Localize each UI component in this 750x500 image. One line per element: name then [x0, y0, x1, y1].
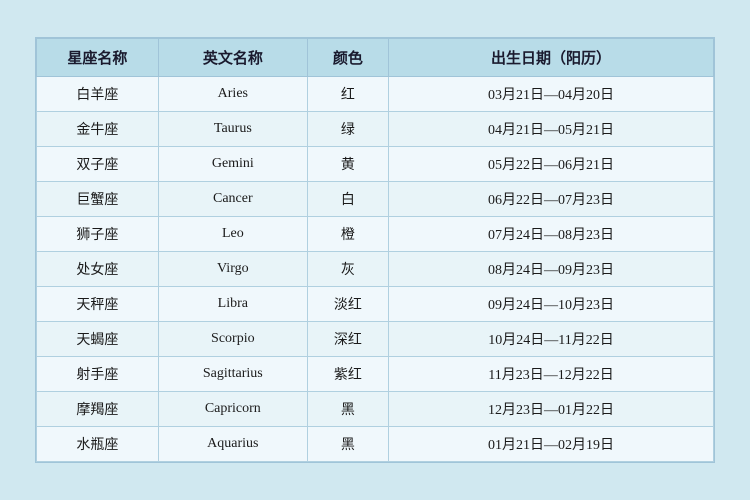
cell-color: 红 — [307, 77, 388, 112]
table-row: 狮子座Leo橙07月24日—08月23日 — [37, 217, 714, 252]
cell-zh-name: 双子座 — [37, 147, 159, 182]
cell-color: 黄 — [307, 147, 388, 182]
cell-zh-name: 摩羯座 — [37, 392, 159, 427]
cell-en-name: Aries — [158, 77, 307, 112]
cell-date: 09月24日—10月23日 — [389, 287, 714, 322]
cell-date: 06月22日—07月23日 — [389, 182, 714, 217]
cell-en-name: Libra — [158, 287, 307, 322]
table-row: 金牛座Taurus绿04月21日—05月21日 — [37, 112, 714, 147]
cell-date: 12月23日—01月22日 — [389, 392, 714, 427]
table-row: 巨蟹座Cancer白06月22日—07月23日 — [37, 182, 714, 217]
zodiac-table-container: 星座名称 英文名称 颜色 出生日期（阳历） 白羊座Aries红03月21日—04… — [35, 37, 715, 463]
cell-color: 灰 — [307, 252, 388, 287]
cell-color: 橙 — [307, 217, 388, 252]
table-row: 摩羯座Capricorn黑12月23日—01月22日 — [37, 392, 714, 427]
cell-date: 11月23日—12月22日 — [389, 357, 714, 392]
cell-zh-name: 水瓶座 — [37, 427, 159, 462]
cell-en-name: Cancer — [158, 182, 307, 217]
cell-date: 03月21日—04月20日 — [389, 77, 714, 112]
cell-en-name: Capricorn — [158, 392, 307, 427]
cell-zh-name: 巨蟹座 — [37, 182, 159, 217]
cell-date: 04月21日—05月21日 — [389, 112, 714, 147]
table-row: 天蝎座Scorpio深红10月24日—11月22日 — [37, 322, 714, 357]
cell-color: 黑 — [307, 427, 388, 462]
cell-en-name: Taurus — [158, 112, 307, 147]
cell-color: 绿 — [307, 112, 388, 147]
table-row: 天秤座Libra淡红09月24日—10月23日 — [37, 287, 714, 322]
cell-color: 白 — [307, 182, 388, 217]
cell-color: 深红 — [307, 322, 388, 357]
cell-color: 淡红 — [307, 287, 388, 322]
cell-date: 08月24日—09月23日 — [389, 252, 714, 287]
table-row: 处女座Virgo灰08月24日—09月23日 — [37, 252, 714, 287]
cell-en-name: Aquarius — [158, 427, 307, 462]
cell-en-name: Scorpio — [158, 322, 307, 357]
cell-en-name: Leo — [158, 217, 307, 252]
cell-color: 紫红 — [307, 357, 388, 392]
table-row: 射手座Sagittarius紫红11月23日—12月22日 — [37, 357, 714, 392]
cell-en-name: Gemini — [158, 147, 307, 182]
zodiac-table: 星座名称 英文名称 颜色 出生日期（阳历） 白羊座Aries红03月21日—04… — [36, 38, 714, 462]
cell-en-name: Sagittarius — [158, 357, 307, 392]
cell-color: 黑 — [307, 392, 388, 427]
cell-zh-name: 射手座 — [37, 357, 159, 392]
cell-date: 01月21日—02月19日 — [389, 427, 714, 462]
table-row: 双子座Gemini黄05月22日—06月21日 — [37, 147, 714, 182]
cell-date: 05月22日—06月21日 — [389, 147, 714, 182]
table-header-row: 星座名称 英文名称 颜色 出生日期（阳历） — [37, 39, 714, 77]
header-color: 颜色 — [307, 39, 388, 77]
table-body: 白羊座Aries红03月21日—04月20日金牛座Taurus绿04月21日—0… — [37, 77, 714, 462]
header-en-name: 英文名称 — [158, 39, 307, 77]
header-zh-name: 星座名称 — [37, 39, 159, 77]
cell-zh-name: 处女座 — [37, 252, 159, 287]
cell-en-name: Virgo — [158, 252, 307, 287]
cell-zh-name: 狮子座 — [37, 217, 159, 252]
header-date: 出生日期（阳历） — [389, 39, 714, 77]
cell-date: 10月24日—11月22日 — [389, 322, 714, 357]
cell-zh-name: 白羊座 — [37, 77, 159, 112]
cell-zh-name: 天蝎座 — [37, 322, 159, 357]
cell-zh-name: 金牛座 — [37, 112, 159, 147]
cell-zh-name: 天秤座 — [37, 287, 159, 322]
cell-date: 07月24日—08月23日 — [389, 217, 714, 252]
table-row: 水瓶座Aquarius黑01月21日—02月19日 — [37, 427, 714, 462]
table-row: 白羊座Aries红03月21日—04月20日 — [37, 77, 714, 112]
